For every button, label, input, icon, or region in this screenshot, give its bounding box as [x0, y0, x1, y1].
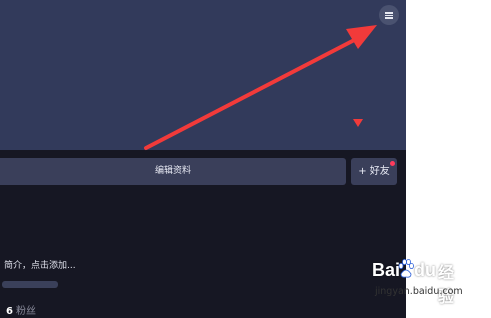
- followers-label: 粉丝: [15, 306, 36, 317]
- hamburger-menu-icon[interactable]: [379, 5, 399, 25]
- blurred-info: [2, 281, 58, 288]
- add-friend-label: + 好友: [358, 166, 390, 177]
- edit-profile-label: 编辑资料: [154, 166, 191, 176]
- followers-count: 6: [6, 306, 13, 317]
- menu-bar: [385, 12, 393, 14]
- menu-bar: [385, 14, 393, 16]
- add-friend-button[interactable]: + 好友: [351, 158, 397, 185]
- profile-cover[interactable]: [0, 0, 406, 150]
- followers-stat[interactable]: 6 粉丝: [6, 302, 36, 317]
- watermark-product: 经验: [438, 263, 455, 306]
- notification-dot: [390, 161, 395, 166]
- watermark-url: jingyan.baidu.com: [375, 286, 463, 297]
- baidu-jingyan-watermark: Bai du 经验 jingyan.baidu.com: [372, 258, 488, 306]
- menu-bar: [385, 17, 393, 19]
- edit-profile-button[interactable]: 编辑资料: [0, 158, 346, 185]
- profile-page: 编辑资料 + 好友 简介，点击添加... 6 粉丝: [0, 0, 406, 318]
- bio-placeholder[interactable]: 简介，点击添加...: [4, 258, 76, 271]
- watermark-brand-right: du: [414, 260, 436, 280]
- baidu-paw-icon: [398, 259, 414, 278]
- watermark-brand-left: Bai: [372, 260, 401, 280]
